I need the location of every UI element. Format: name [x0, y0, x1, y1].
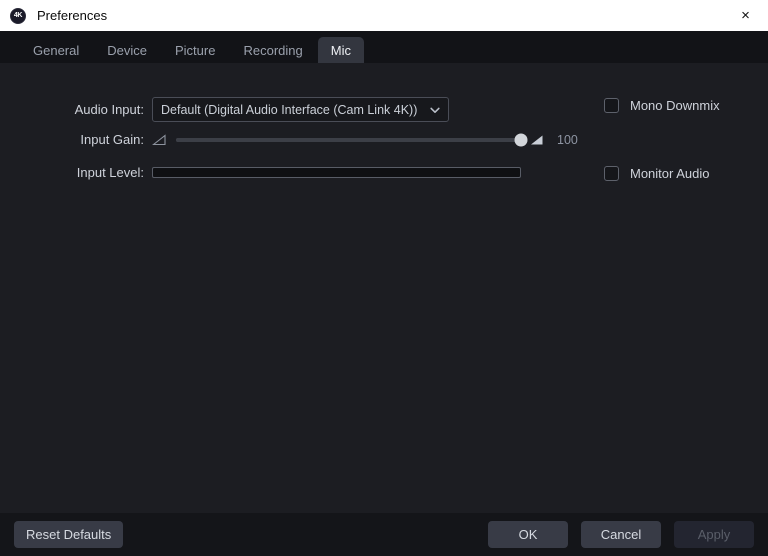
tab-general[interactable]: General — [20, 37, 92, 63]
dialog-footer: Reset Defaults OK Cancel Apply — [0, 513, 768, 556]
audio-input-value: Default (Digital Audio Interface (Cam Li… — [161, 102, 418, 117]
tab-bar: General Device Picture Recording Mic — [0, 31, 768, 63]
audio-input-row: Audio Input: Default (Digital Audio Inte… — [0, 97, 449, 122]
mono-downmix-checkbox[interactable] — [604, 98, 619, 113]
mono-downmix-option[interactable]: Mono Downmix — [604, 98, 720, 113]
audio-input-label: Audio Input: — [74, 102, 144, 117]
input-gain-slider-fill — [176, 137, 521, 142]
monitor-audio-checkbox[interactable] — [604, 166, 619, 181]
input-level-meter — [152, 167, 521, 178]
reset-defaults-button[interactable]: Reset Defaults — [14, 521, 124, 548]
cancel-button[interactable]: Cancel — [581, 521, 661, 548]
app-4k-icon: 4K — [10, 7, 26, 24]
tab-picture[interactable]: Picture — [162, 37, 228, 63]
audio-input-select[interactable]: Default (Digital Audio Interface (Cam Li… — [152, 97, 449, 122]
input-gain-slider[interactable] — [176, 133, 528, 146]
title-bar: 4K Preferences × — [0, 0, 768, 31]
monitor-audio-option[interactable]: Monitor Audio — [604, 166, 710, 181]
input-gain-slider-handle[interactable] — [514, 133, 528, 146]
volume-high-icon — [531, 135, 543, 144]
ok-button[interactable]: OK — [488, 521, 568, 548]
tab-recording[interactable]: Recording — [230, 37, 315, 63]
mic-settings-panel: Audio Input: Default (Digital Audio Inte… — [0, 63, 768, 513]
input-gain-row: Input Gain: 100 — [0, 132, 578, 147]
chevron-down-icon — [430, 107, 440, 113]
input-level-label: Input Level: — [76, 165, 144, 180]
tab-mic[interactable]: Mic — [317, 37, 364, 63]
close-icon[interactable]: × — [723, 0, 768, 31]
monitor-audio-label: Monitor Audio — [630, 166, 710, 181]
apply-button[interactable]: Apply — [674, 521, 754, 548]
volume-low-icon — [152, 133, 166, 145]
input-gain-label: Input Gain: — [80, 132, 144, 147]
input-level-row: Input Level: — [0, 165, 521, 180]
input-gain-value: 100 — [557, 132, 578, 147]
mono-downmix-label: Mono Downmix — [630, 98, 720, 113]
window-title: Preferences — [37, 8, 108, 23]
tab-device[interactable]: Device — [94, 37, 160, 63]
